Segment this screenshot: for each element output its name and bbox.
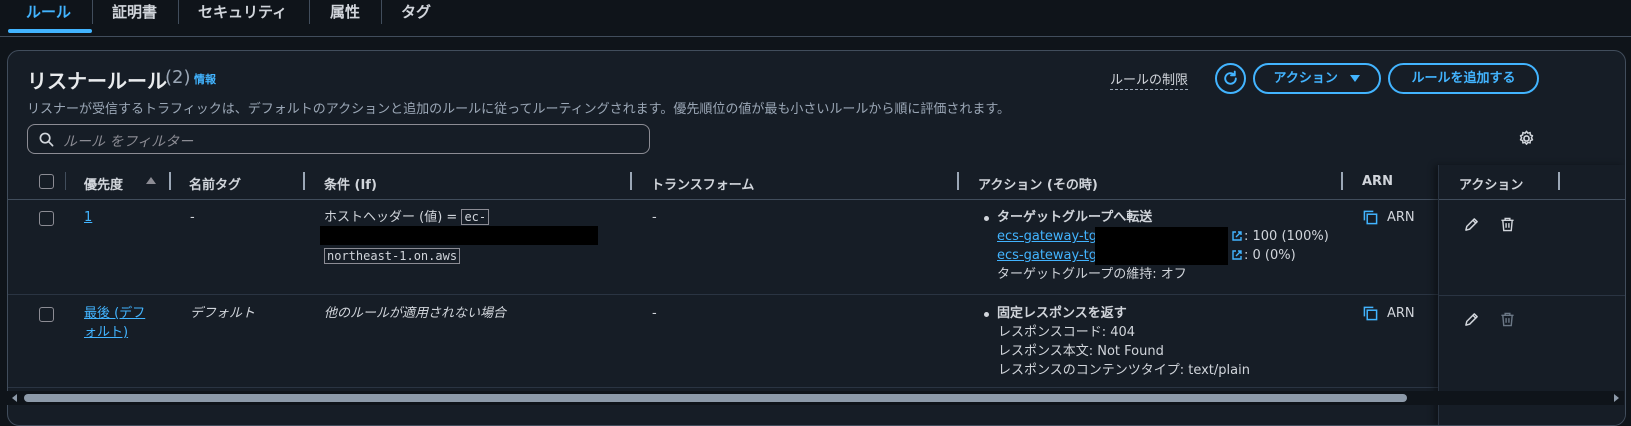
transform-value: - [652, 210, 657, 225]
delete-icon[interactable] [1500, 217, 1515, 232]
tab-attributes[interactable]: 属性 [330, 0, 360, 28]
column-divider [957, 172, 959, 190]
condition-prefix: ホストヘッダー (値) = [324, 210, 458, 225]
redacted-block [1095, 246, 1228, 265]
column-header-transform[interactable]: トランスフォーム [651, 174, 754, 193]
column-header-condition[interactable]: 条件 (If) [324, 174, 377, 193]
row-checkbox[interactable] [39, 211, 54, 226]
rule-filter-search[interactable]: ルール をフィルター [27, 124, 650, 154]
table-row: 最後 (デフ ォルト) デフォルト 他のルールが適用されない場合 - 固定レスポ… [8, 295, 1625, 388]
tab-tags[interactable]: タグ [401, 0, 431, 28]
page-title: リスナールール [27, 69, 167, 93]
tab-security[interactable]: セキュリティ [198, 0, 287, 28]
tab-divider [381, 0, 382, 24]
column-header-priority[interactable]: 優先度 [84, 174, 123, 193]
stickiness-status: ターゲットグループの維持: オフ [997, 267, 1187, 282]
priority-link[interactable]: 1 [84, 208, 92, 227]
condition-text: ホストヘッダー (値) = ec- [324, 208, 490, 227]
divider [1439, 295, 1625, 296]
caret-down-icon [1350, 75, 1361, 82]
arn-label: ARN [1387, 306, 1415, 321]
response-body: レスポンス本文: Not Found [998, 344, 1164, 359]
action-title: 固定レスポンスを返す [997, 306, 1127, 321]
copy-arn-button[interactable]: ARN [1363, 304, 1423, 324]
search-icon [39, 132, 54, 147]
column-divider [169, 172, 171, 190]
copy-icon [1363, 210, 1378, 225]
search-input[interactable]: ルール をフィルター [63, 131, 193, 151]
actions-dropdown-button[interactable]: アクション [1253, 63, 1381, 94]
external-link-icon[interactable] [1231, 249, 1243, 261]
condition-value-code: northeast-1.on.aws [324, 248, 461, 264]
list-bullet [984, 216, 989, 221]
tab-rules[interactable]: ルール [26, 0, 71, 28]
action-title: ターゲットグループへ転送 [997, 210, 1153, 225]
scrollbar-thumb[interactable] [24, 394, 1407, 402]
edit-icon[interactable] [1464, 217, 1479, 232]
refresh-icon [1224, 70, 1237, 85]
column-divider [65, 172, 66, 190]
arn-label: ARN [1387, 210, 1415, 225]
divider [1439, 199, 1625, 200]
target-group-link[interactable]: ecs-gateway-tg- [997, 227, 1102, 246]
actions-column: アクション [1438, 165, 1625, 425]
rule-limits-link[interactable]: ルールの制限 [1110, 69, 1189, 90]
column-divider [630, 172, 632, 190]
edit-icon[interactable] [1464, 312, 1479, 327]
column-divider [1341, 172, 1343, 190]
tab-bar: ルール 証明書 セキュリティ 属性 タグ [0, 0, 1631, 37]
row-checkbox[interactable] [39, 307, 54, 322]
sort-ascending-icon[interactable] [146, 177, 156, 184]
active-tab-indicator [8, 29, 92, 33]
column-header-action[interactable]: アクション (その時) [978, 174, 1098, 193]
column-header-actions: アクション [1459, 178, 1524, 193]
scroll-right-icon[interactable] [1614, 394, 1619, 402]
list-bullet [984, 312, 989, 317]
transform-value: - [652, 306, 657, 321]
table-header: 優先度 名前タグ 条件 (If) トランスフォーム アクション (その時) AR… [8, 165, 1625, 200]
target-group-weight: : 100 (100%) [1244, 229, 1329, 244]
response-content-type: レスポンスのコンテンツタイプ: text/plain [998, 363, 1250, 378]
column-divider [1558, 172, 1560, 190]
refresh-button[interactable] [1215, 63, 1246, 94]
column-header-arn[interactable]: ARN [1362, 174, 1393, 189]
column-divider [303, 172, 305, 190]
redacted-block [320, 226, 598, 245]
gear-icon[interactable] [1518, 130, 1535, 147]
listener-rules-panel: リスナールール (2) 情報 リスナーが受信するトラフィックは、デフォルトのアク… [7, 50, 1626, 426]
tab-divider [309, 0, 310, 24]
priority-link[interactable]: ォルト) [84, 323, 128, 342]
tab-divider [178, 0, 179, 24]
response-code: レスポンスコード: 404 [998, 325, 1136, 340]
info-link[interactable]: 情報 [194, 71, 216, 87]
table-row: 1 - ホストヘッダー (値) = ec- northeast-1.on.aws… [8, 199, 1625, 295]
column-header-name-tag[interactable]: 名前タグ [189, 174, 241, 193]
tab-certificates[interactable]: 証明書 [112, 0, 157, 28]
redacted-block [1095, 227, 1228, 246]
actions-button-label: アクション [1273, 71, 1338, 86]
external-link-icon[interactable] [1231, 230, 1243, 242]
target-group-link[interactable]: ecs-gateway-tg- [997, 246, 1102, 265]
panel-description: リスナーが受信するトラフィックは、デフォルトのアクションと追加のルールに従ってル… [27, 102, 1011, 117]
condition-value-code: ec- [461, 209, 490, 225]
condition-value-line2: northeast-1.on.aws [324, 247, 461, 266]
condition-text: 他のルールが適用されない場合 [324, 306, 507, 321]
select-all-checkbox[interactable] [39, 174, 54, 189]
copy-icon [1363, 306, 1378, 321]
add-rule-button[interactable]: ルールを追加する [1388, 63, 1539, 94]
target-group-weight: : 0 (0%) [1244, 248, 1296, 263]
tab-divider [92, 0, 93, 24]
priority-link[interactable]: 最後 (デフ [84, 304, 145, 323]
scroll-left-icon[interactable] [12, 394, 17, 402]
delete-icon-disabled [1501, 312, 1514, 327]
name-tag-value: - [190, 210, 195, 225]
copy-arn-button[interactable]: ARN [1363, 208, 1423, 228]
name-tag-value: デフォルト [190, 306, 256, 321]
rule-count: (2) [165, 67, 191, 88]
